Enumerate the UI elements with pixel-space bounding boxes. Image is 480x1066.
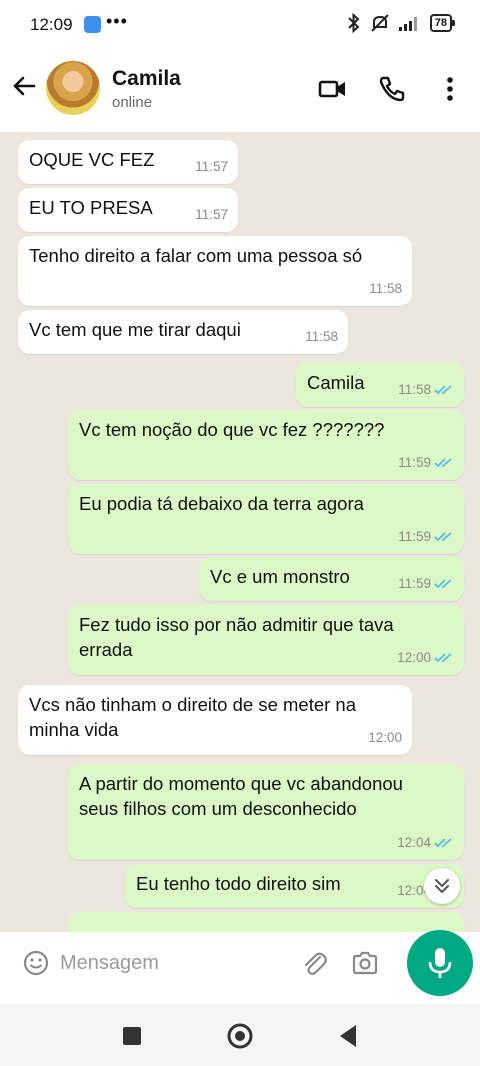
scroll-to-bottom-button[interactable] — [424, 868, 460, 904]
contact-avatar[interactable] — [46, 61, 100, 115]
more-vertical-icon[interactable] — [435, 74, 465, 104]
read-receipt-icon — [434, 532, 452, 542]
message-text: Eu tenho todo direito sim — [136, 873, 341, 894]
microphone-icon — [428, 948, 452, 978]
message-time: 11:59 — [398, 455, 431, 470]
camera-icon[interactable] — [351, 949, 379, 977]
message-outgoing[interactable]: Camila 11:58 — [296, 363, 464, 407]
message-text: Vc tem noção do que vc fez ??????? — [79, 419, 385, 440]
message-incoming[interactable]: Vc tem que me tirar daqui 11:58 — [18, 310, 348, 354]
message-outgoing[interactable]: Fez tudo isso por não admitir que tava e… — [68, 605, 464, 675]
message-text: Fez tudo isso por não admitir que tava e… — [79, 614, 394, 660]
message-input-bar[interactable]: Mensagem — [8, 934, 398, 992]
mute-icon — [371, 14, 389, 32]
arrow-left-icon[interactable] — [10, 72, 38, 100]
read-receipt-icon — [434, 653, 452, 663]
message-time: 11:59 — [398, 529, 431, 544]
battery-level: 78 — [429, 14, 456, 32]
message-time: 11:59 — [398, 576, 431, 591]
emoji-icon[interactable] — [22, 949, 50, 977]
message-time: 11:58 — [398, 382, 431, 397]
read-receipt-icon — [434, 458, 452, 468]
message-outgoing-partial[interactable] — [68, 912, 464, 932]
message-outgoing[interactable]: Vc tem noção do que vc fez ??????? 11:59 — [68, 410, 464, 480]
video-camera-icon[interactable] — [318, 74, 348, 104]
message-incoming[interactable]: Tenho direito a falar com uma pessoa só … — [18, 236, 412, 306]
message-time: 12:00 — [368, 730, 402, 745]
message-outgoing[interactable]: Vc e um monstro 11:59 — [199, 557, 464, 601]
message-time: 11:57 — [195, 207, 228, 222]
status-bar: 12:09 ••• 78 — [0, 0, 480, 50]
recent-apps-icon[interactable] — [121, 1025, 143, 1047]
paperclip-icon[interactable] — [300, 949, 328, 977]
chat-area[interactable]: OQUE VC FEZ 11:57 EU TO PRESA 11:57 Tenh… — [0, 132, 480, 932]
double-chevron-down-icon — [435, 879, 449, 893]
message-text: A partir do momento que vc abandonou seu… — [79, 773, 403, 819]
more-notifications-indicator: ••• — [106, 11, 128, 31]
message-outgoing[interactable]: Eu podia tá debaixo da terra agora 11:59 — [68, 484, 464, 554]
voice-record-button[interactable] — [407, 930, 473, 996]
message-outgoing[interactable]: Eu tenho todo direito sim 12:04 — [125, 864, 464, 908]
message-text: EU TO PRESA — [29, 197, 153, 218]
contact-name[interactable]: Camila — [112, 67, 181, 91]
message-text: Tenho direito a falar com uma pessoa só — [29, 245, 363, 266]
message-text: Vcs não tinham o direito de se meter na … — [29, 694, 357, 740]
message-incoming[interactable]: EU TO PRESA 11:57 — [18, 188, 238, 232]
bluetooth-icon — [348, 13, 360, 33]
back-nav-icon[interactable] — [336, 1023, 360, 1049]
message-outgoing[interactable]: A partir do momento que vc abandonou seu… — [68, 764, 464, 860]
contact-status: online — [112, 94, 153, 111]
notification-app-icon — [84, 16, 101, 33]
message-time: 12:00 — [397, 650, 431, 665]
message-text: Eu podia tá debaixo da terra agora — [79, 493, 364, 514]
message-time: 11:58 — [369, 281, 402, 296]
phone-icon[interactable] — [377, 74, 407, 104]
system-navigation-bar — [0, 1004, 480, 1066]
message-input[interactable]: Mensagem — [60, 952, 159, 975]
message-time: 12:04 — [397, 835, 431, 850]
read-receipt-icon — [434, 385, 452, 395]
message-text: OQUE VC FEZ — [29, 149, 155, 170]
signal-icon — [398, 17, 417, 31]
home-icon[interactable] — [226, 1022, 254, 1050]
message-incoming[interactable]: OQUE VC FEZ 11:57 — [18, 140, 238, 184]
message-time: 11:57 — [195, 159, 228, 174]
message-text: Vc e um monstro — [210, 566, 350, 587]
message-time: 11:58 — [305, 329, 338, 344]
message-text: Camila — [307, 372, 365, 393]
read-receipt-icon — [434, 838, 452, 848]
message-text: Vc tem que me tirar daqui — [29, 319, 241, 340]
message-incoming[interactable]: Vcs não tinham o direito de se meter na … — [18, 685, 412, 755]
chat-header: Camila online — [0, 50, 480, 132]
read-receipt-icon — [434, 579, 452, 589]
status-time: 12:09 — [30, 15, 73, 34]
